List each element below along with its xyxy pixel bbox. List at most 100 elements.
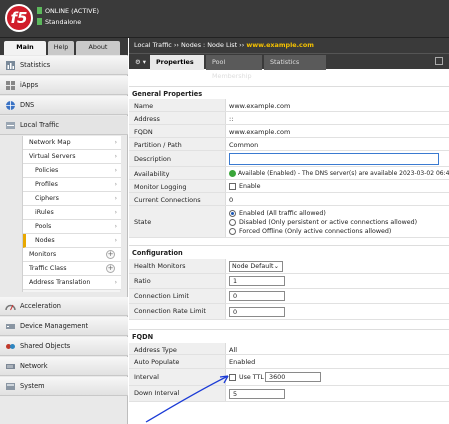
nav-item-traffic-class[interactable]: Traffic Class + [23, 262, 121, 276]
content-tabs: ⚙ ▾ Properties Pool Membership Statistic… [129, 53, 449, 80]
nav-item-label: Pools [35, 223, 52, 230]
description-input[interactable] [229, 153, 439, 165]
address-type-value: All [229, 346, 238, 354]
chevron-right-icon: › [114, 139, 117, 146]
add-icon[interactable]: + [106, 250, 115, 259]
down-interval-input[interactable]: 5 [229, 389, 285, 399]
state-forced-offline-label: Forced Offline (Only active connections … [239, 228, 392, 235]
row-address: Address :: [129, 112, 449, 125]
row-down-interval: Down Interval 5 [129, 386, 449, 402]
nav-item-profiles[interactable]: Profiles › [23, 178, 121, 192]
available-status-icon [229, 170, 236, 177]
name-label: Name [129, 99, 226, 111]
tab-pool-membership[interactable]: Pool Membership [206, 55, 262, 80]
tab-about[interactable]: About [76, 41, 120, 55]
monitor-logging-checkbox[interactable] [229, 183, 236, 190]
nav-item-label: Nodes [35, 237, 55, 244]
local-traffic-submenu: Network Map › Virtual Servers › Policies… [22, 136, 121, 292]
address-type-label: Address Type [129, 343, 226, 354]
nav-item-label: iRules [35, 209, 54, 216]
nav-section-dns[interactable]: DNS [0, 96, 128, 115]
use-ttl-checkbox[interactable] [229, 374, 236, 381]
row-state: State Enabled (All traffic allowed) Disa… [129, 206, 449, 238]
availability-value: Available (Enabled) - The DNS server(s) … [238, 170, 449, 177]
chevron-right-icon: › [114, 279, 117, 286]
shared-objects-icon [6, 344, 15, 349]
left-navigation: Main Help About Statistics iApps DNS Loc… [0, 38, 128, 424]
nav-section-label: Acceleration [20, 302, 61, 310]
nav-item-label: Policies [35, 167, 59, 174]
nav-section-label: Shared Objects [20, 342, 71, 350]
row-monitor-logging: Monitor Logging Enable [129, 180, 449, 193]
tab-main[interactable]: Main [4, 41, 46, 55]
nav-item-network-map[interactable]: Network Map › [23, 136, 121, 150]
nav-section-statistics[interactable]: Statistics [0, 56, 128, 75]
row-availability: Availability Available (Enabled) - The D… [129, 167, 449, 180]
row-description: Description [129, 151, 449, 167]
row-fqdn: FQDN www.example.com [129, 125, 449, 138]
connection-rate-limit-label: Connection Rate Limit [129, 304, 226, 319]
chevron-right-icon: › [114, 153, 117, 160]
auto-populate-label: Auto Populate [129, 355, 226, 368]
gear-menu-button[interactable]: ⚙ ▾ [131, 55, 149, 70]
statistics-icon [6, 61, 15, 70]
state-disabled-radio[interactable] [229, 219, 236, 226]
state-forced-offline-radio[interactable] [229, 228, 236, 235]
breadcrumb-local-traffic[interactable]: Local Traffic [134, 41, 172, 49]
nav-item-virtual-servers[interactable]: Virtual Servers › [23, 150, 121, 164]
state-enabled-radio[interactable] [229, 210, 236, 217]
nav-item-address-translation[interactable]: Address Translation › [23, 276, 121, 290]
health-monitors-select[interactable]: Node Default ⌄ [229, 261, 283, 272]
availability-label: Availability [129, 167, 226, 179]
nav-tabs: Main Help About [0, 38, 128, 55]
interval-input[interactable]: 3600 [265, 372, 321, 382]
nav-section-system[interactable]: System [0, 377, 128, 396]
nav-section-device-management[interactable]: Device Management [0, 317, 128, 336]
breadcrumb-node-list[interactable]: Nodes : Node List [181, 41, 237, 49]
nav-section-label: DNS [20, 101, 35, 109]
connection-limit-input[interactable]: 0 [229, 291, 285, 301]
connection-rate-limit-input[interactable]: 0 [229, 307, 285, 317]
row-current-connections: Current Connections 0 [129, 193, 449, 206]
chevron-right-icon: › [114, 223, 117, 230]
chevron-right-icon: › [114, 167, 117, 174]
tab-statistics[interactable]: Statistics [264, 55, 326, 70]
iapps-icon [6, 81, 15, 90]
monitor-logging-label: Monitor Logging [129, 180, 226, 192]
nav-item-policies[interactable]: Policies › [23, 164, 121, 178]
nav-item-label: Address Translation [29, 279, 91, 286]
ratio-input[interactable]: 1 [229, 276, 285, 286]
nav-section-acceleration[interactable]: Acceleration [0, 297, 128, 316]
health-monitors-value: Node Default [232, 263, 274, 270]
health-monitors-label: Health Monitors [129, 259, 226, 273]
nav-section-local-traffic[interactable]: Local Traffic [0, 116, 128, 135]
add-icon[interactable]: + [106, 264, 115, 273]
breadcrumb: Local Traffic ›› Nodes : Node List ›› ww… [129, 38, 449, 53]
down-interval-label: Down Interval [129, 386, 226, 401]
nav-item-nodes[interactable]: Nodes › [23, 234, 121, 248]
system-icon [6, 383, 15, 390]
dns-icon [6, 101, 15, 110]
device-management-icon [6, 324, 15, 329]
fqdn-value: www.example.com [229, 128, 291, 136]
nav-item-ciphers[interactable]: Ciphers › [23, 192, 121, 206]
tab-properties[interactable]: Properties [150, 55, 204, 70]
nav-section-label: iApps [20, 81, 39, 89]
chevron-right-icon: › [114, 195, 117, 202]
external-link-icon[interactable] [435, 57, 443, 65]
row-name: Name www.example.com [129, 99, 449, 112]
nav-section-shared-objects[interactable]: Shared Objects [0, 337, 128, 356]
tab-help[interactable]: Help [48, 41, 74, 55]
nav-item-irules[interactable]: iRules › [23, 206, 121, 220]
nav-item-pools[interactable]: Pools › [23, 220, 121, 234]
network-icon [6, 364, 15, 369]
fqdn-label: FQDN [129, 125, 226, 137]
nav-section-network[interactable]: Network [0, 357, 128, 376]
chevron-down-icon: ⌄ [273, 263, 279, 270]
chevron-right-icon: › [114, 181, 117, 188]
connection-limit-label: Connection Limit [129, 289, 226, 303]
nav-item-monitors[interactable]: Monitors + [23, 248, 121, 262]
nav-section-iapps[interactable]: iApps [0, 76, 128, 95]
nav-section-label: Device Management [20, 322, 89, 330]
nav-item-label: Profiles [35, 181, 58, 188]
